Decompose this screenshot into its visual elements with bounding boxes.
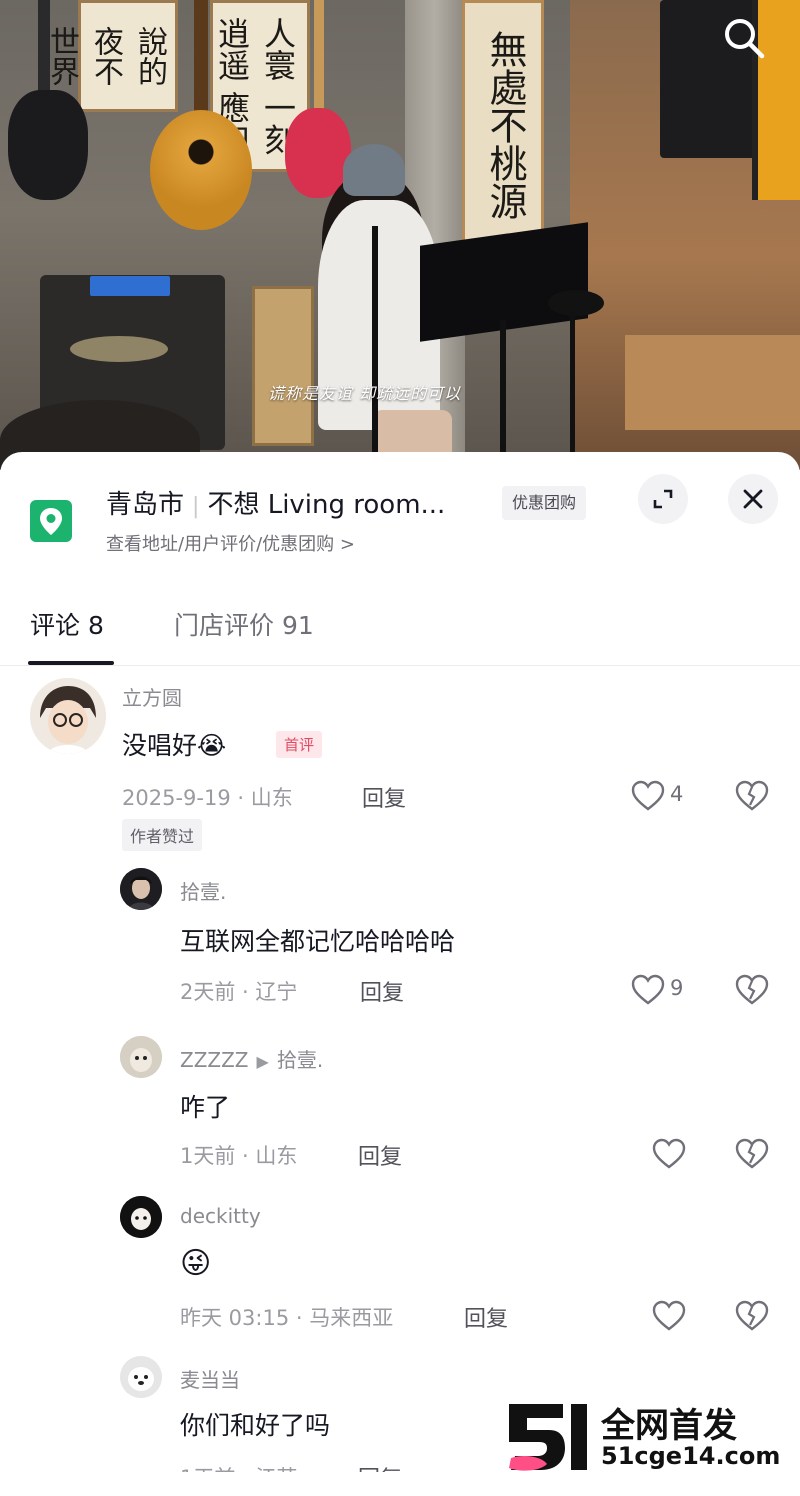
expand-icon — [653, 489, 673, 509]
comment-username[interactable]: 立方圆 — [122, 682, 182, 711]
comment-meta: 2天前 · 辽宁 — [180, 980, 298, 1004]
close-icon — [743, 489, 763, 509]
guitar-neck — [194, 0, 208, 120]
avatar[interactable] — [120, 868, 162, 910]
tab-bar: 评论 8 门店评价 91 — [0, 602, 800, 666]
broken-heart-icon — [735, 1138, 769, 1169]
poi-city: 青岛市 — [106, 490, 185, 520]
comment-item: 立方圆 没唱好😭 首评 2025-9-19 · 山东 回复 4 作者赞过 — [0, 666, 800, 856]
reply-item: 拾壹. 互联网全都记忆哈哈哈哈 2天前 · 辽宁 回复 9 — [0, 862, 800, 1012]
stool-leg — [570, 312, 575, 462]
reply-item: ZZZZZ ▶ 拾壹. 咋了 1天前 · 山东 回复 — [0, 1030, 800, 1180]
group-buy-tag[interactable]: 优惠团购 — [502, 486, 587, 520]
stool — [548, 290, 604, 316]
active-tab-indicator — [28, 661, 114, 665]
reply-target: 拾壹. — [276, 1048, 324, 1072]
dislike-button[interactable] — [734, 778, 770, 814]
comment-text: 没唱好😭 — [122, 726, 226, 762]
location-pin-icon — [30, 500, 72, 542]
broken-heart-icon — [735, 974, 769, 1005]
avatar[interactable] — [120, 1356, 162, 1398]
video-subtitle: 谎称是友谊 却疏远的可以 — [268, 384, 462, 403]
comment-meta: 2025-9-19 · 山东 — [122, 786, 293, 810]
comment-username[interactable]: ZZZZZ ▶ 拾壹. — [180, 1044, 323, 1073]
watermark: 全网首发 51cge14.com — [505, 1398, 785, 1476]
comment-sheet: 青岛市 | 不想 Living room... 优惠团购 查看地址/用户评价/优惠团… — [0, 452, 800, 1496]
tab-comments[interactable]: 评论 8 — [30, 606, 104, 642]
reply-item: deckitty 😜 昨天 03:15 · 马来西亚 回复 — [0, 1190, 800, 1340]
guitar-neck — [38, 0, 50, 100]
poi-name: 不想 Living room... — [207, 490, 446, 520]
reply-button[interactable]: 回复 — [362, 781, 406, 813]
reply-arrow-icon: ▶ — [256, 1052, 269, 1071]
singer-cap — [343, 144, 405, 196]
video-player[interactable]: 說的 夜不 世界 人寰 一刻 逍遥 應和 無處不桃源 谎称是友谊 却疏远的可以 — [0, 0, 800, 470]
poi-subtitle-link[interactable]: 查看地址/用户评价/优惠团购 > — [106, 530, 355, 556]
comment-text-body: 没唱好 — [122, 731, 198, 760]
comment-meta: 昨天 03:15 · 马来西亚 — [180, 1306, 394, 1330]
drum-module-screen — [90, 276, 170, 296]
comment-username[interactable]: 拾壹. — [180, 876, 226, 905]
search-button[interactable] — [720, 14, 768, 62]
search-icon — [725, 19, 765, 59]
reply-button[interactable]: 回复 — [360, 975, 404, 1007]
dislike-button[interactable] — [734, 1136, 770, 1172]
calligraphy-scroll: 說的 夜不 世界 — [44, 0, 178, 112]
broken-heart-icon — [735, 780, 769, 811]
acoustic-guitar — [150, 110, 252, 230]
heart-icon — [652, 1138, 686, 1169]
comment-text: 互联网全都记忆哈哈哈哈 — [180, 927, 456, 956]
reply-author: ZZZZZ — [180, 1048, 249, 1072]
tab-store-reviews[interactable]: 门店评价 91 — [174, 606, 314, 642]
music-stand-pole — [500, 320, 506, 470]
like-button[interactable] — [651, 1136, 687, 1172]
table — [625, 335, 800, 430]
watermark-logo-icon — [505, 1402, 589, 1472]
electric-guitar — [8, 90, 88, 200]
comment-username[interactable]: deckitty — [180, 1204, 261, 1228]
cymbal — [70, 336, 168, 362]
dislike-button[interactable] — [734, 972, 770, 1008]
like-button[interactable] — [630, 972, 666, 1008]
like-button[interactable] — [651, 1298, 687, 1334]
poi-separator: | — [192, 494, 200, 519]
like-button[interactable] — [630, 778, 666, 814]
author-liked-badge: 作者赞过 — [122, 819, 203, 851]
first-comment-badge: 首评 — [276, 731, 323, 758]
amplifier — [252, 286, 314, 446]
calligraphy-scroll: 無處不桃源 — [462, 0, 544, 250]
reply-button[interactable]: 回复 — [464, 1301, 508, 1333]
broken-heart-icon — [735, 1300, 769, 1331]
mic-stand — [372, 226, 378, 470]
close-button[interactable] — [728, 474, 778, 524]
avatar[interactable] — [30, 678, 106, 754]
winking-tongue-emoji-icon: 😜 — [180, 1246, 212, 1281]
comment-username[interactable]: 麦当当 — [180, 1364, 240, 1393]
poi-title[interactable]: 青岛市 | 不想 Living room... — [106, 484, 445, 521]
heart-icon — [652, 1300, 686, 1331]
comment-meta: 1天前 · 山东 — [180, 1144, 298, 1168]
comment-text: 你们和好了吗 — [180, 1411, 331, 1440]
like-count: 4 — [670, 782, 684, 806]
avatar[interactable] — [120, 1196, 162, 1238]
watermark-title: 全网首发 — [601, 1406, 737, 1446]
poi-header[interactable]: 青岛市 | 不想 Living room... 优惠团购 查看地址/用户评价/优惠团… — [0, 452, 800, 572]
comment-text: 咋了 — [180, 1093, 231, 1122]
heart-icon — [631, 974, 665, 1005]
avatar[interactable] — [120, 1036, 162, 1078]
crying-emoji-icon: 😭 — [197, 731, 227, 760]
reply-button[interactable]: 回复 — [358, 1139, 402, 1171]
heart-icon — [631, 780, 665, 811]
guitar-neck — [314, 0, 324, 116]
dislike-button[interactable] — [734, 1298, 770, 1334]
expand-button[interactable] — [638, 474, 688, 524]
watermark-url: 51cge14.com — [601, 1442, 781, 1470]
like-count: 9 — [670, 976, 684, 1000]
